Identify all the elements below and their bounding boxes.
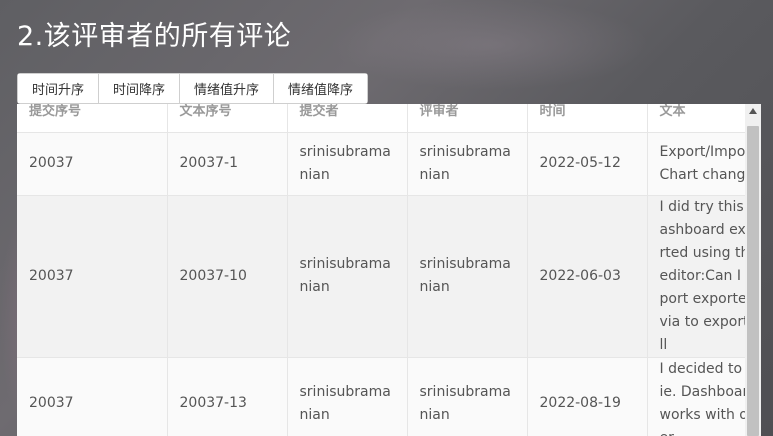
cell-text: I did try this dashboard exported using … — [647, 195, 761, 358]
cell-text-id: 20037-1 — [167, 132, 288, 196]
cell-text-id: 20037-10 — [167, 195, 288, 358]
cell-submission-id: 20037 — [17, 195, 168, 358]
cell-submitter: srinisubramanian — [287, 357, 408, 436]
sort-time-desc-button[interactable]: 时间降序 — [99, 74, 181, 103]
vertical-scrollbar[interactable] — [745, 104, 761, 436]
comments-table: 提交序号 文本序号 提交者 评审者 时间 文本 20037 20037-1 sr… — [17, 104, 761, 436]
cell-text: I decided to ity ie. Dashboard works wit… — [647, 357, 761, 436]
sort-time-asc-button[interactable]: 时间升序 — [18, 74, 100, 103]
comments-table-container[interactable]: 提交序号 文本序号 提交者 评审者 时间 文本 20037 20037-1 sr… — [17, 104, 761, 436]
header-submission-id: 提交序号 — [17, 104, 168, 133]
header-text: 文本 — [647, 104, 761, 133]
table-row: 20037 20037-10 srinisubramanian srinisub… — [17, 195, 761, 358]
scroll-up-arrow-icon[interactable] — [749, 108, 757, 114]
cell-text-id: 20037-13 — [167, 357, 288, 436]
table-row: 20037 20037-13 srinisubramanian srinisub… — [17, 357, 761, 436]
cell-text: Export/Import Chart changes — [647, 132, 761, 196]
header-text-id: 文本序号 — [167, 104, 288, 133]
sort-button-group: 时间升序 时间降序 情绪值升序 情绪值降序 — [17, 73, 369, 104]
cell-submitter: srinisubramanian — [287, 132, 408, 196]
cell-time: 2022-06-03 — [527, 195, 648, 358]
page-title: 2.该评审者的所有评论 — [17, 21, 292, 52]
table-header-row: 提交序号 文本序号 提交者 评审者 时间 文本 — [17, 104, 761, 133]
sort-sentiment-desc-button[interactable]: 情绪值降序 — [274, 74, 368, 103]
cell-reviewer: srinisubramanian — [407, 357, 528, 436]
sort-sentiment-asc-button[interactable]: 情绪值升序 — [180, 74, 275, 103]
cell-submitter: srinisubramanian — [287, 195, 408, 358]
cell-reviewer: srinisubramanian — [407, 195, 528, 358]
header-submitter: 提交者 — [287, 104, 408, 133]
header-reviewer: 评审者 — [407, 104, 528, 133]
cell-submission-id: 20037 — [17, 357, 168, 436]
cell-reviewer: srinisubramanian — [407, 132, 528, 196]
header-time: 时间 — [527, 104, 648, 133]
background-blur — [330, 0, 650, 90]
cell-time: 2022-08-19 — [527, 357, 648, 436]
cell-submission-id: 20037 — [17, 132, 168, 196]
table-row: 20037 20037-1 srinisubramanian srinisubr… — [17, 132, 761, 196]
scrollbar-thumb[interactable] — [747, 126, 759, 436]
cell-time: 2022-05-12 — [527, 132, 648, 196]
